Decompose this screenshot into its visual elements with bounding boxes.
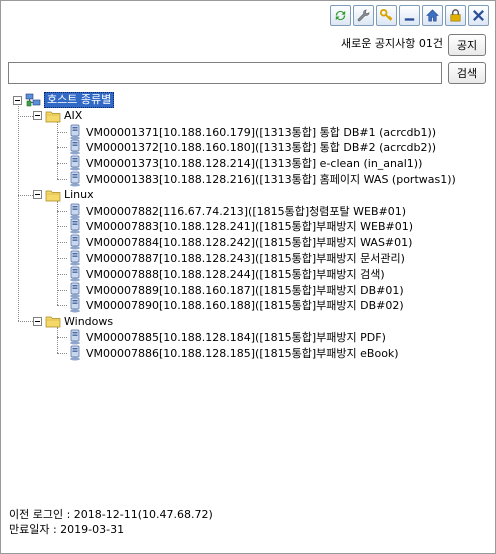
tree-host-label: VM00007887[10.188.128.243]([1815통합]부패방지 … <box>86 252 405 265</box>
tree-connector-line <box>57 327 58 353</box>
tree-group-label: AIX <box>64 109 83 123</box>
tree-host-label: VM00007885[10.188.128.184]([1815통합]부패방지 … <box>86 331 386 344</box>
tree-connector-line <box>57 273 67 275</box>
tree-connector-line <box>57 210 67 212</box>
tree-connector-line <box>57 179 67 180</box>
home-button[interactable] <box>422 5 443 26</box>
tree-connector-line <box>57 163 67 165</box>
network-icon <box>25 93 41 107</box>
search-button[interactable]: 검색 <box>448 62 486 84</box>
expiry-date-text: 만료일자 : 2019-03-31 <box>9 523 125 536</box>
toolbar <box>330 5 489 26</box>
lock-icon <box>450 9 461 22</box>
settings-button[interactable] <box>353 5 374 26</box>
tree-connector-line <box>57 258 67 259</box>
folder-icon <box>45 316 61 328</box>
notice-button[interactable]: 공지 <box>448 34 486 56</box>
tree-host-label: VM00007889[10.188.160.187]([1815통합]부패방지 … <box>86 283 404 297</box>
tree-host-node[interactable]: VM00007882[116.67.74.213]([1815통합]청렴포탈 W… <box>67 203 406 219</box>
notice-text: 새로운 공지사항 01건 <box>341 37 443 50</box>
tree-connector-line <box>57 337 67 338</box>
collapse-toggle[interactable] <box>33 190 42 200</box>
tree-host-label: VM00001373[10.188.128.214]([1313통합] e-cl… <box>86 157 423 171</box>
refresh-button[interactable] <box>330 5 351 26</box>
close-icon <box>473 10 484 21</box>
server-icon <box>70 345 80 361</box>
tree-host-node[interactable]: VM00001373[10.188.128.214]([1313통합] e-cl… <box>67 155 422 171</box>
tree-host-node[interactable]: VM00007883[10.188.128.241]([1815통합]부패방지 … <box>67 218 413 234</box>
server-icon <box>70 266 80 282</box>
server-icon <box>70 203 80 219</box>
tree-group-node[interactable]: Linux <box>33 187 94 203</box>
tree-host-label: VM00001371[10.188.160.179]([1313통합] 통합 D… <box>86 125 437 139</box>
tree-group-node[interactable]: Windows <box>33 313 113 329</box>
tree-group-label: Windows <box>64 314 114 328</box>
tree-host-label: VM00007890[10.188.160.188]([1815통합]부패방지 … <box>86 299 404 313</box>
server-icon <box>70 282 80 298</box>
tree-host-node[interactable]: VM00007886[10.188.128.185]([1815통합]부패방지 … <box>67 345 399 361</box>
key-icon <box>379 8 393 21</box>
tree-host-node[interactable]: VM00007887[10.188.128.243]([1815통합]부패방지 … <box>67 250 405 266</box>
tree-connector-line <box>18 115 33 117</box>
search-input[interactable] <box>8 62 442 84</box>
collapse-toggle[interactable] <box>33 316 42 326</box>
tree-host-node[interactable]: VM00007888[10.188.128.244]([1815통합]부패방지 … <box>67 266 385 282</box>
collapse-toggle[interactable] <box>33 111 42 121</box>
minimize-icon <box>404 18 415 21</box>
lock-button[interactable] <box>445 5 466 26</box>
tree-host-node[interactable]: VM00001372[10.188.160.180]([1313통합] 통합 D… <box>67 139 436 155</box>
tree-host-label: VM00007884[10.188.128.242]([1815통합]부패방지 … <box>86 236 413 250</box>
tree-connector-line <box>57 147 67 149</box>
tree-host-label: VM00001383[10.188.128.216]([1313통합] 홈페이지… <box>86 173 456 186</box>
folder-icon <box>45 111 61 123</box>
window-frame: 새로운 공지사항 01건 공지 검색 호스트 종류별 AIX VM00001371[… <box>0 0 496 554</box>
server-icon <box>70 155 80 171</box>
server-icon <box>70 140 80 155</box>
tree-connector-line <box>57 289 67 291</box>
tree-connector-line <box>18 106 19 322</box>
tree-host-label: VM00007882[116.67.74.213]([1815통합]청렴포탈 W… <box>86 204 407 218</box>
tree-connector-line <box>57 200 58 306</box>
tree-connector-line <box>57 242 67 244</box>
home-icon <box>426 9 439 22</box>
last-login-text: 이전 로그인 : 2018-12-11(10.47.68.72) <box>9 508 213 521</box>
key-button[interactable] <box>376 5 397 26</box>
server-icon <box>70 329 80 345</box>
tree-root-node[interactable]: 호스트 종류별 <box>13 92 115 108</box>
refresh-icon <box>335 10 346 21</box>
folder-icon <box>45 190 61 202</box>
tree-connector-line <box>57 121 58 179</box>
server-icon <box>70 250 80 266</box>
server-icon <box>70 171 80 187</box>
wrench-icon <box>357 9 370 22</box>
tree-host-node[interactable]: VM00007889[10.188.160.187]([1815통합]부패방지 … <box>67 282 404 298</box>
close-button[interactable] <box>468 5 489 26</box>
tree-host-label: VM00001372[10.188.160.180]([1313통합] 통합 D… <box>86 141 437 155</box>
tree-host-node[interactable]: VM00007885[10.188.128.184]([1815통합]부패방지 … <box>67 329 386 345</box>
tree-host-node[interactable]: VM00007884[10.188.128.242]([1815통합]부패방지 … <box>67 234 412 250</box>
tree-root-label[interactable]: 호스트 종류별 <box>44 92 115 108</box>
tree-connector-line <box>18 194 33 196</box>
server-icon <box>70 219 80 234</box>
tree-connector-line <box>57 131 67 133</box>
tree-host-label: VM00007888[10.188.128.244]([1815통합]부패방지 … <box>86 267 385 281</box>
tree-connector-line <box>57 226 67 228</box>
server-icon <box>70 298 80 313</box>
tree-connector-line <box>57 305 67 307</box>
tree-host-node[interactable]: VM00001371[10.188.160.179]([1313통합] 통합 D… <box>67 124 436 140</box>
server-icon <box>70 124 80 140</box>
tree-group-label: Linux <box>64 188 94 202</box>
tree-host-label: VM00007883[10.188.128.241]([1815통합]부패방지 … <box>86 220 414 234</box>
server-icon <box>70 234 80 250</box>
tree-host-node[interactable]: VM00007890[10.188.160.188]([1815통합]부패방지 … <box>67 297 404 313</box>
tree-connector-line <box>57 352 67 354</box>
tree-host-node[interactable]: VM00001383[10.188.128.216]([1313통합] 홈페이지… <box>67 171 456 187</box>
minimize-button[interactable] <box>399 5 420 26</box>
collapse-toggle[interactable] <box>13 95 22 105</box>
tree-host-label: VM00007886[10.188.128.185]([1815통합]부패방지 … <box>86 346 399 360</box>
tree-connector-line <box>18 321 33 323</box>
